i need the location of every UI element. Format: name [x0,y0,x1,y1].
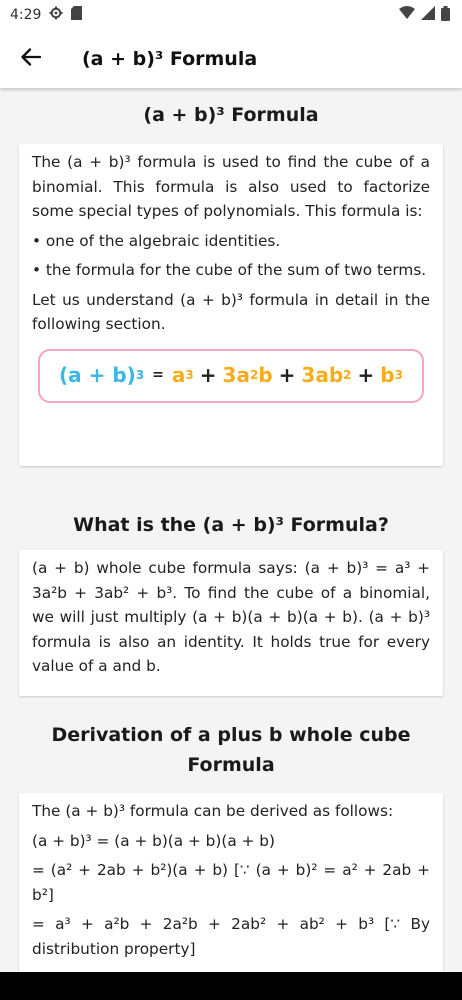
settings-gear-icon [49,6,63,24]
article-content[interactable]: (a + b)³ Formula The (a + b)³ formula is… [0,88,462,972]
app-title: (a + b)³ Formula [82,48,258,70]
what-is-card: (a + b) whole cube formula says: (a + b)… [19,550,443,696]
arrow-left-icon [21,48,42,70]
section-heading-what-is: What is the (a + b)³ Formula? [73,514,389,536]
section-heading-derivation: Derivation of a plus b whole cube Formul… [51,724,411,776]
cell-signal-icon [421,6,435,24]
derivation-line: = a³ + a²b + 2a²b + 2ab² + ab² + b³ [∵ B… [32,915,430,958]
bullet-item: • the formula for the cube of the sum of… [32,261,427,279]
formula-intro-card: The (a + b)³ formula is used to find the… [19,144,443,466]
formula-image: (a + b) 3 = a3 + 3a 2 b + 3ab 2 + b3 [38,348,424,403]
derivation-card: The (a + b)³ formula can be derived as f… [19,793,443,972]
status-time: 4:29 [10,7,42,23]
navigation-bar [0,972,462,1000]
status-bar: 4:29 [0,0,462,30]
sd-card-icon [71,6,83,24]
bullet-item: • one of the algebraic identities. [32,231,281,250]
app-bar: (a + b)³ Formula [0,30,462,88]
derivation-line: = (a² + 2ab + b²)(a + b) [∵ (a + b)² = a… [32,861,430,904]
wifi-icon [399,6,415,24]
section-heading-formula: (a + b)³ Formula [143,104,319,126]
battery-icon [441,5,450,25]
derivation-line: (a + b)³ = (a + b)(a + b)(a + b) [32,831,275,850]
derivation-line: The (a + b)³ formula can be derived as f… [32,802,394,820]
what-is-text: (a + b) whole cube formula says: (a + b)… [32,559,430,675]
back-button[interactable] [0,30,62,88]
intro-text: The (a + b)³ formula is used to find the… [32,153,430,220]
outro-text: Let us understand (a + b)³ formula in de… [32,290,430,334]
